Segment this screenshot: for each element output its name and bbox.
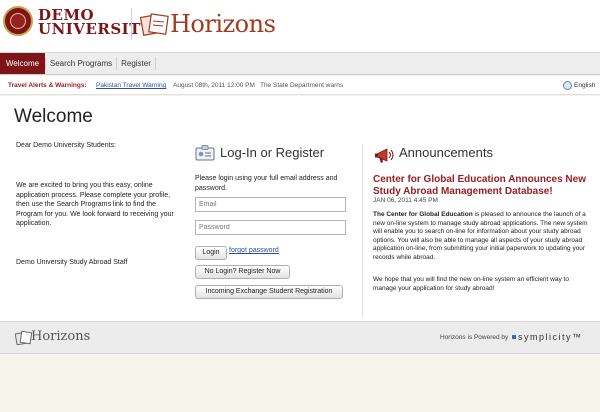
travel-alerts-label: Travel Alerts & Warnings:	[8, 82, 87, 89]
exchange-registration-button[interactable]: Incoming Exchange Student Registration	[195, 285, 343, 299]
horizons-logo[interactable]: Horizons	[170, 10, 276, 38]
globe-icon[interactable]	[563, 81, 572, 90]
welcome-greeting: Dear Demo University Students:	[16, 142, 116, 149]
tab-register[interactable]: Register	[117, 53, 155, 74]
travel-alert-date: August 08th, 2011 12:00 PM	[173, 82, 255, 89]
symplicity-mark-icon	[512, 335, 516, 339]
university-seal-icon	[3, 6, 33, 36]
announcement-body-bold: The Center for Global Education	[373, 211, 473, 218]
id-card-icon	[195, 145, 215, 161]
column-divider	[362, 144, 363, 316]
announcement-body-text: is pleased to announce the launch of a n…	[373, 211, 588, 261]
login-description: Please login using your full email addre…	[195, 175, 338, 192]
header-divider	[131, 8, 132, 40]
powered-by-text: Horizons is Powered by	[440, 334, 509, 341]
announcement-body: The Center for Global Education is pleas…	[373, 211, 591, 262]
announcements-title: Announcements	[399, 145, 493, 160]
email-field[interactable]	[195, 197, 346, 212]
login-section-title: Log-In or Register	[220, 145, 325, 160]
travel-alerts-bar: Travel Alerts & Warnings: Pakistan Trave…	[0, 76, 600, 95]
login-button[interactable]: Login	[195, 246, 227, 260]
language-selector[interactable]: English	[574, 76, 595, 95]
travel-alert-message: The State Department warns t	[260, 82, 345, 89]
announcement-headline[interactable]: Center for Global Education Announces Ne…	[373, 174, 593, 197]
megaphone-icon	[375, 148, 394, 163]
site-footer: Horizons Horizons is Powered by symplici…	[0, 321, 600, 354]
password-field[interactable]	[195, 220, 346, 235]
register-button[interactable]: No Login? Register Now	[195, 265, 290, 279]
announcement-body-closing: We hope that you will find the new on-li…	[373, 276, 569, 292]
nav-separator	[155, 57, 156, 70]
university-name-line2: UNIVERSITY	[38, 20, 153, 38]
forgot-password-link[interactable]: forgot password	[229, 247, 279, 254]
travel-alert-link[interactable]: Pakistan Travel Warning	[96, 76, 166, 95]
site-header: DEMO UNIVERSITY Horizons	[0, 0, 600, 53]
footer-horizons-logo: Horizons	[31, 329, 91, 344]
page-background	[0, 355, 600, 412]
symplicity-logo[interactable]: symplicity™	[518, 332, 583, 342]
announcement-date: JAN 06, 2011 4:45 PM	[373, 197, 438, 204]
main-content: Welcome Dear Demo University Students: W…	[0, 96, 600, 321]
page-title: Welcome	[14, 106, 93, 127]
horizons-passport-icon	[140, 13, 169, 36]
tab-search-programs[interactable]: Search Programs	[46, 53, 116, 74]
welcome-body: We are excited to bring you this easy, o…	[16, 182, 174, 227]
welcome-signature: Demo University Study Abroad Staff	[16, 259, 128, 266]
university-logo[interactable]: DEMO UNIVERSITY	[38, 8, 153, 38]
main-navigation: Welcome Search Programs Register	[0, 53, 600, 75]
tab-welcome[interactable]: Welcome	[0, 53, 45, 74]
